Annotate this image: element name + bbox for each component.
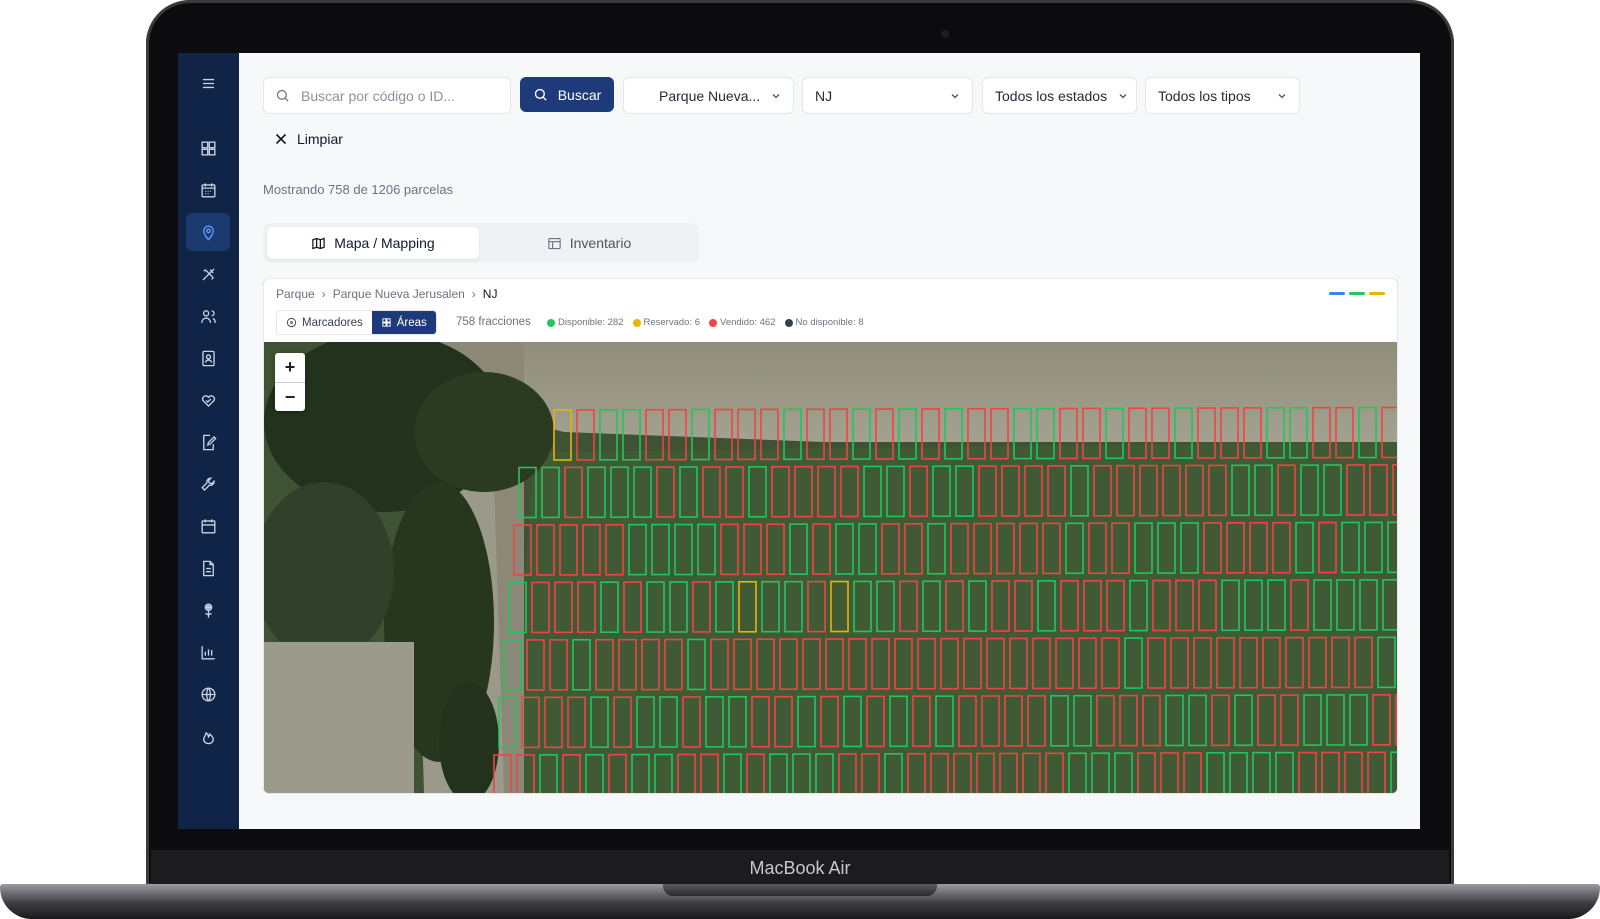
heart-hand-icon[interactable]	[186, 381, 230, 419]
chevron-down-icon	[951, 93, 959, 98]
legend-unavailable-label: No disponible: 8	[795, 317, 864, 328]
globe-icon[interactable]	[186, 675, 230, 713]
legend-dot-reserved	[632, 318, 641, 327]
laptop-notch	[663, 884, 937, 896]
tab-map[interactable]: Mapa / Mapping	[267, 227, 479, 259]
breadcrumb-item[interactable]: Parque	[276, 287, 315, 301]
legend-dot-unavailable	[784, 318, 793, 327]
type-select[interactable]: Todos los tipos	[1145, 77, 1300, 114]
accent-bar-blue	[1329, 292, 1345, 295]
map-canvas[interactable]	[264, 342, 1397, 793]
main-content: Buscar Parque Nueva... NJ Todos los esta…	[239, 53, 1420, 829]
markers-toggle[interactable]: Marcadores	[277, 311, 372, 334]
status-legend: Disponible: 282 Reservado: 6 Vendido: 46…	[547, 317, 864, 328]
type-select-value: Todos los tipos	[1158, 87, 1251, 104]
accent-bars	[1329, 292, 1385, 295]
map-icon	[312, 237, 326, 249]
breadcrumb-item[interactable]: Parque Nueva Jerusalen	[333, 287, 465, 301]
status-select-value: Todos los estados	[995, 87, 1108, 104]
satellite-map[interactable]: + −	[264, 342, 1397, 793]
zoom-out-button[interactable]: −	[275, 383, 305, 412]
bar-chart-icon[interactable]	[186, 633, 230, 671]
areas-toggle[interactable]: Áreas	[371, 311, 436, 334]
wrench-icon[interactable]	[186, 465, 230, 503]
map-pin-icon[interactable]	[186, 213, 230, 251]
contact-card-icon[interactable]	[186, 339, 230, 377]
legend-dot-available	[547, 318, 555, 327]
tab-inventory[interactable]: Inventario	[483, 227, 695, 259]
chevron-down-icon	[1278, 93, 1286, 98]
menu-icon[interactable]	[186, 64, 230, 102]
zoom-control: + −	[275, 353, 305, 411]
tools-icon[interactable]	[186, 255, 230, 293]
zone-select[interactable]: NJ	[802, 77, 973, 114]
tab-inventory-label: Inventario	[569, 235, 632, 251]
zoom-in-button[interactable]: +	[275, 353, 305, 383]
chevron-right-icon: ›	[321, 287, 326, 301]
calendar-icon[interactable]	[186, 171, 230, 209]
breadcrumb-current: NJ	[482, 287, 498, 301]
edit-document-icon[interactable]	[186, 423, 230, 461]
breadcrumb: Parque › Parque Nueva Jerusalen › NJ	[276, 287, 497, 301]
map-building-roof	[264, 642, 414, 793]
park-select-value: Parque Nueva...	[659, 87, 761, 104]
app-screen: Buscar Parque Nueva... NJ Todos los esta…	[178, 53, 1420, 829]
markers-label: Marcadores	[302, 316, 363, 329]
search-icon	[276, 89, 289, 102]
chevron-right-icon: ›	[471, 287, 476, 301]
search-button-label: Buscar	[557, 86, 602, 103]
accent-bar-yellow	[1369, 292, 1385, 295]
view-toggle: Marcadores Áreas	[276, 310, 437, 335]
grid-icon	[382, 318, 391, 327]
dashboard-icon[interactable]	[186, 129, 230, 167]
fractions-count: 758 fracciones	[456, 316, 531, 328]
legend-available: Disponible: 282	[547, 317, 624, 328]
status-select[interactable]: Todos los estados	[982, 77, 1137, 114]
camera	[941, 30, 949, 38]
legend-dot-sold	[709, 318, 718, 327]
legend-sold-label: Vendido: 462	[720, 317, 776, 328]
areas-label: Áreas	[396, 316, 427, 329]
calendar-small-icon[interactable]	[186, 507, 230, 545]
park-select[interactable]: Parque Nueva...	[623, 77, 794, 114]
device-label: MacBook Air	[749, 858, 851, 878]
map-tree	[414, 372, 554, 492]
clear-filters-button[interactable]: Limpiar	[275, 131, 343, 147]
pin-circle-icon	[286, 317, 297, 328]
file-icon[interactable]	[186, 549, 230, 587]
view-tabs: Mapa / Mapping Inventario	[263, 223, 699, 263]
chevron-down-icon	[772, 93, 780, 98]
clear-filters-label: Limpiar	[297, 131, 343, 147]
search-button[interactable]: Buscar	[520, 77, 614, 112]
search-field[interactable]	[263, 77, 511, 114]
search-icon	[534, 88, 547, 101]
map-road	[524, 342, 1397, 442]
results-count: Mostrando 758 de 1206 parcelas	[263, 182, 454, 197]
flower-icon[interactable]	[186, 591, 230, 629]
flame-icon[interactable]	[186, 717, 230, 755]
map-panel: Parque › Parque Nueva Jerusalen › NJ Mar…	[263, 278, 1398, 794]
legend-available-label: Disponible: 282	[558, 317, 624, 328]
search-input[interactable]	[299, 86, 498, 105]
chevron-down-icon	[1119, 93, 1127, 98]
legend-reserved-label: Reservado: 6	[643, 317, 701, 328]
tab-map-label: Mapa / Mapping	[334, 235, 435, 251]
table-icon	[548, 237, 561, 249]
users-icon[interactable]	[186, 297, 230, 335]
close-icon	[275, 133, 287, 145]
laptop-chin: MacBook Air	[151, 850, 1449, 886]
zone-select-value: NJ	[815, 87, 833, 104]
legend-unavailable: No disponible: 8	[784, 317, 864, 328]
legend-sold: Vendido: 462	[709, 317, 776, 328]
sidebar	[178, 53, 239, 829]
legend-reserved: Reservado: 6	[632, 317, 701, 328]
accent-bar-green	[1349, 292, 1365, 295]
